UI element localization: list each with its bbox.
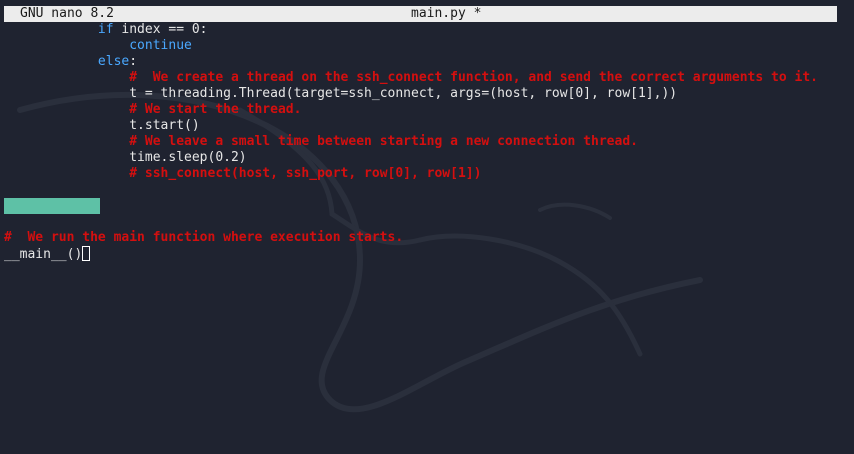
code-text: t.start() xyxy=(129,118,200,133)
code-line[interactable]: # ssh_connect(host, ssh_port, row[0], ro… xyxy=(4,166,844,182)
file-name: main.py * xyxy=(411,6,482,21)
code-text: time.sleep(0.2) xyxy=(129,150,247,165)
code-line[interactable] xyxy=(4,214,844,230)
code-line[interactable] xyxy=(4,198,844,214)
code-comment: # We create a thread on the ssh_connect … xyxy=(129,70,818,85)
code-comment: # We run the main function where executi… xyxy=(4,230,404,245)
code-keyword: continue xyxy=(129,38,192,53)
code-text: : xyxy=(129,54,138,69)
code-text: __main__() xyxy=(4,247,83,262)
code-keyword: else xyxy=(97,54,130,69)
code-line[interactable]: __main__() xyxy=(4,246,844,262)
code-comment: # We leave a small time between starting… xyxy=(129,134,638,149)
code-line[interactable]: else: xyxy=(4,54,844,70)
code-text: t = threading.Thread(target=ssh_connect,… xyxy=(129,86,678,101)
code-comment: # ssh_connect(host, ssh_port, row[0], ro… xyxy=(129,166,482,181)
code-editor[interactable]: if index == 0: continue else: # We creat… xyxy=(4,22,844,262)
code-line[interactable]: t.start() xyxy=(4,118,844,134)
code-keyword: if xyxy=(97,22,114,37)
code-line[interactable]: if index == 0: xyxy=(4,22,844,38)
editor-name: GNU nano 8.2 xyxy=(20,6,114,21)
nano-title-bar: GNU nano 8.2 main.py * xyxy=(4,6,837,22)
code-line[interactable]: # We create a thread on the ssh_connect … xyxy=(4,70,844,86)
code-line[interactable]: t = threading.Thread(target=ssh_connect,… xyxy=(4,86,844,102)
code-line[interactable]: # We start the thread. xyxy=(4,102,844,118)
code-line[interactable]: # We leave a small time between starting… xyxy=(4,134,844,150)
code-text: index == 0: xyxy=(113,22,208,37)
code-line[interactable]: continue xyxy=(4,38,844,54)
code-line[interactable]: time.sleep(0.2) xyxy=(4,150,844,166)
code-line[interactable]: # We run the main function where executi… xyxy=(4,230,844,246)
text-cursor xyxy=(82,246,91,261)
code-line[interactable] xyxy=(4,182,844,198)
code-comment: # We start the thread. xyxy=(129,102,302,117)
